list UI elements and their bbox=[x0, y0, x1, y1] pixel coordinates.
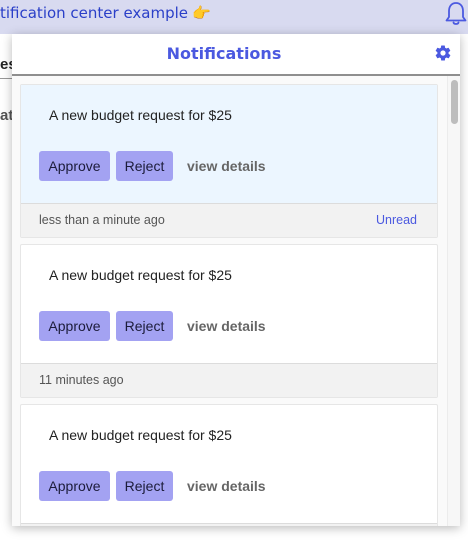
notification-list: A new budget request for $25 Approve Rej… bbox=[12, 76, 460, 526]
notification-body: A new budget request for $25 Approve Rej… bbox=[21, 85, 437, 203]
view-details-link[interactable]: view details bbox=[187, 471, 266, 501]
notification-footer bbox=[21, 523, 437, 526]
notification-body: A new budget request for $25 Approve Rej… bbox=[21, 405, 437, 523]
notifications-panel: Notifications A new budget request for $… bbox=[12, 34, 460, 526]
approve-button[interactable]: Approve bbox=[39, 471, 110, 501]
notification-message: A new budget request for $25 bbox=[49, 427, 232, 443]
notification-card: A new budget request for $25 Approve Rej… bbox=[20, 244, 438, 398]
unread-status-label[interactable]: Unread bbox=[376, 204, 417, 237]
pointing-hand-emoji: 👉 bbox=[192, 4, 211, 22]
reject-button[interactable]: Reject bbox=[116, 311, 173, 341]
view-details-link[interactable]: view details bbox=[187, 311, 266, 341]
reject-button[interactable]: Reject bbox=[116, 471, 173, 501]
panel-title: Notifications bbox=[166, 44, 282, 63]
notification-footer: 11 minutes ago bbox=[21, 363, 437, 397]
notification-footer: less than a minute ago Unread bbox=[21, 203, 437, 237]
view-details-link[interactable]: view details bbox=[187, 151, 266, 181]
panel-header: Notifications bbox=[12, 34, 460, 76]
scrollbar[interactable] bbox=[447, 76, 460, 526]
background-divider bbox=[0, 78, 12, 79]
notification-timestamp: 11 minutes ago bbox=[39, 373, 124, 387]
notification-message: A new budget request for $25 bbox=[49, 107, 232, 123]
notification-message: A new budget request for $25 bbox=[49, 267, 232, 283]
scrollbar-thumb[interactable] bbox=[451, 80, 458, 124]
approve-button[interactable]: Approve bbox=[39, 151, 110, 181]
reject-button[interactable]: Reject bbox=[116, 151, 173, 181]
notification-body: A new budget request for $25 Approve Rej… bbox=[21, 245, 437, 363]
app-title: tification center example 👉 bbox=[0, 4, 211, 22]
approve-button[interactable]: Approve bbox=[39, 311, 110, 341]
notification-card: A new budget request for $25 Approve Rej… bbox=[20, 404, 438, 526]
gear-icon[interactable] bbox=[434, 44, 452, 62]
app-topbar: tification center example 👉 bbox=[0, 0, 468, 34]
notification-card: A new budget request for $25 Approve Rej… bbox=[20, 84, 438, 238]
notification-timestamp: less than a minute ago bbox=[39, 213, 165, 227]
bell-icon[interactable] bbox=[444, 1, 468, 27]
app-title-text: tification center example bbox=[0, 4, 189, 22]
